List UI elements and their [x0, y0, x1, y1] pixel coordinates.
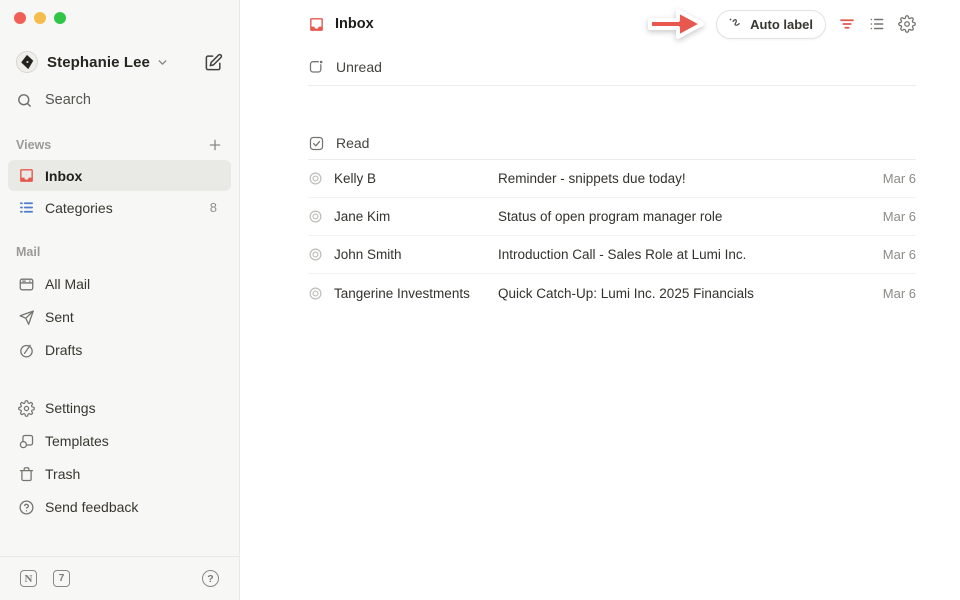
read-circle-icon: [308, 171, 323, 186]
email-date: Mar 6: [858, 171, 916, 186]
read-section-header[interactable]: Read: [308, 127, 916, 160]
zoom-window-button[interactable]: [54, 12, 66, 24]
inbox-panel: Inbox Auto label: [240, 0, 960, 600]
search-placeholder: Search: [45, 92, 91, 108]
help-icon: [18, 499, 35, 516]
all-mail-icon: [18, 276, 35, 293]
unread-section-header[interactable]: Unread: [308, 48, 916, 86]
sidebar-item-trash[interactable]: Trash: [8, 458, 231, 490]
section-gap: [308, 86, 916, 127]
avatar: [16, 51, 38, 73]
read-circle-icon: [308, 247, 323, 262]
search-icon: [16, 92, 33, 109]
email-row[interactable]: Kelly B Reminder - snippets due today! M…: [308, 160, 916, 198]
sidebar-item-label: Drafts: [45, 342, 82, 358]
account-switcher[interactable]: Stephanie Lee: [0, 48, 239, 76]
sidebar-item-label: Templates: [45, 433, 109, 449]
email-subject: Introduction Call - Sales Role at Lumi I…: [498, 247, 858, 262]
email-sender: Kelly B: [334, 171, 498, 186]
close-window-button[interactable]: [14, 12, 26, 24]
sidebar-item-all-mail[interactable]: All Mail: [8, 268, 231, 300]
section-label: Read: [336, 135, 369, 151]
email-row[interactable]: Jane Kim Status of open program manager …: [308, 198, 916, 236]
sidebar-item-categories[interactable]: Categories 8: [8, 192, 231, 223]
sidebar-item-label: Settings: [45, 400, 96, 416]
inbox-header: Inbox Auto label: [308, 0, 916, 48]
sidebar-item-label: Categories: [45, 200, 113, 216]
notion-logo-icon[interactable]: N: [20, 570, 37, 587]
filter-icon[interactable]: [838, 15, 856, 33]
views-nav: Inbox Categories 8: [8, 160, 231, 223]
sidebar-item-label: Sent: [45, 309, 74, 325]
email-sender: John Smith: [334, 247, 498, 262]
email-subject: Quick Catch-Up: Lumi Inc. 2025 Financial…: [498, 286, 858, 301]
email-date: Mar 6: [858, 209, 916, 224]
section-label: Unread: [336, 59, 382, 75]
auto-label-sparkle-icon: [727, 16, 743, 32]
sidebar-item-drafts[interactable]: Drafts: [8, 334, 231, 366]
mail-nav: All Mail Sent Drafts: [8, 268, 231, 366]
inbox-title-group: Inbox: [308, 16, 374, 33]
window-controls: [14, 12, 66, 24]
email-row[interactable]: Tangerine Investments Quick Catch-Up: Lu…: [308, 274, 916, 312]
send-icon: [18, 309, 35, 326]
sidebar-item-send-feedback[interactable]: Send feedback: [8, 491, 231, 523]
sidebar-item-label: Trash: [45, 466, 80, 482]
mail-app-window: Stephanie Lee Search Views: [0, 0, 960, 600]
sidebar-item-label: All Mail: [45, 276, 90, 292]
calendar-icon[interactable]: 7: [53, 570, 70, 587]
list-view-icon[interactable]: [868, 15, 886, 33]
sidebar-item-templates[interactable]: Templates: [8, 425, 231, 457]
email-date: Mar 6: [858, 286, 916, 301]
inbox-toolbar: Auto label: [644, 4, 916, 44]
compose-icon[interactable]: [204, 53, 223, 72]
unread-icon: [308, 58, 325, 75]
annotation-arrow-icon: [644, 4, 710, 44]
sidebar-item-label: Send feedback: [45, 499, 138, 515]
email-subject: Status of open program manager role: [498, 209, 858, 224]
drafts-icon: [18, 342, 35, 359]
checkbox-checked-icon: [308, 135, 325, 152]
auto-label-button[interactable]: Auto label: [716, 10, 826, 39]
account-name: Stephanie Lee: [47, 54, 150, 71]
categories-count-badge: 8: [210, 200, 223, 215]
add-view-icon[interactable]: [207, 137, 223, 153]
categories-icon: [18, 199, 35, 216]
page-title: Inbox: [335, 16, 374, 32]
sidebar-footer: N 7 ?: [0, 556, 239, 600]
read-circle-icon: [308, 209, 323, 224]
mail-section-header: Mail: [0, 245, 239, 259]
inbox-icon: [308, 16, 325, 33]
email-sender: Tangerine Investments: [334, 286, 498, 301]
sidebar-item-inbox[interactable]: Inbox: [8, 160, 231, 191]
sidebar-item-settings[interactable]: Settings: [8, 392, 231, 424]
email-date: Mar 6: [858, 247, 916, 262]
mail-section-label: Mail: [16, 245, 40, 259]
search-input[interactable]: Search: [0, 86, 239, 114]
settings-icon[interactable]: [898, 15, 916, 33]
trash-icon: [18, 466, 35, 483]
views-section-header: Views: [0, 137, 239, 153]
help-icon[interactable]: ?: [202, 570, 219, 587]
email-sender: Jane Kim: [334, 209, 498, 224]
sidebar: Stephanie Lee Search Views: [0, 0, 240, 600]
auto-label-button-label: Auto label: [750, 17, 813, 32]
minimize-window-button[interactable]: [34, 12, 46, 24]
sidebar-item-sent[interactable]: Sent: [8, 301, 231, 333]
templates-icon: [18, 433, 35, 450]
email-row[interactable]: John Smith Introduction Call - Sales Rol…: [308, 236, 916, 274]
inbox-icon: [18, 167, 35, 184]
email-subject: Reminder - snippets due today!: [498, 171, 858, 186]
sidebar-item-label: Inbox: [45, 168, 82, 184]
views-section-label: Views: [16, 138, 51, 152]
read-circle-icon: [308, 286, 323, 301]
tools-nav: Settings Templates: [8, 392, 231, 523]
chevron-down-icon: [156, 56, 169, 69]
gear-icon: [18, 400, 35, 417]
